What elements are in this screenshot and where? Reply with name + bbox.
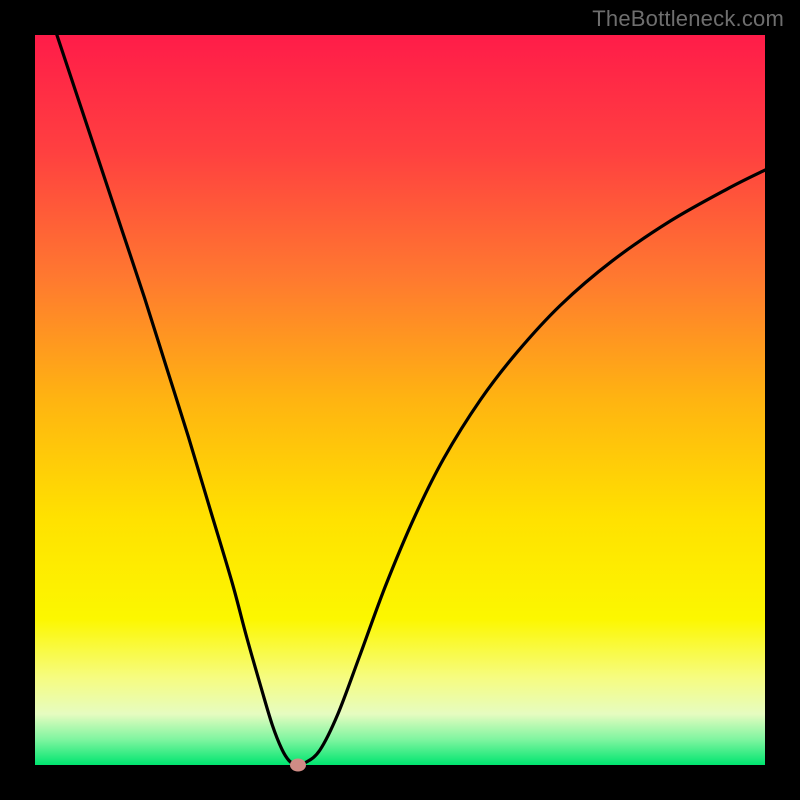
bottleneck-curve [57,35,765,765]
curve-layer [35,35,765,765]
watermark-text: TheBottleneck.com [592,6,784,32]
optimum-marker [290,759,306,772]
plot-area [35,35,765,765]
chart-frame: TheBottleneck.com [0,0,800,800]
